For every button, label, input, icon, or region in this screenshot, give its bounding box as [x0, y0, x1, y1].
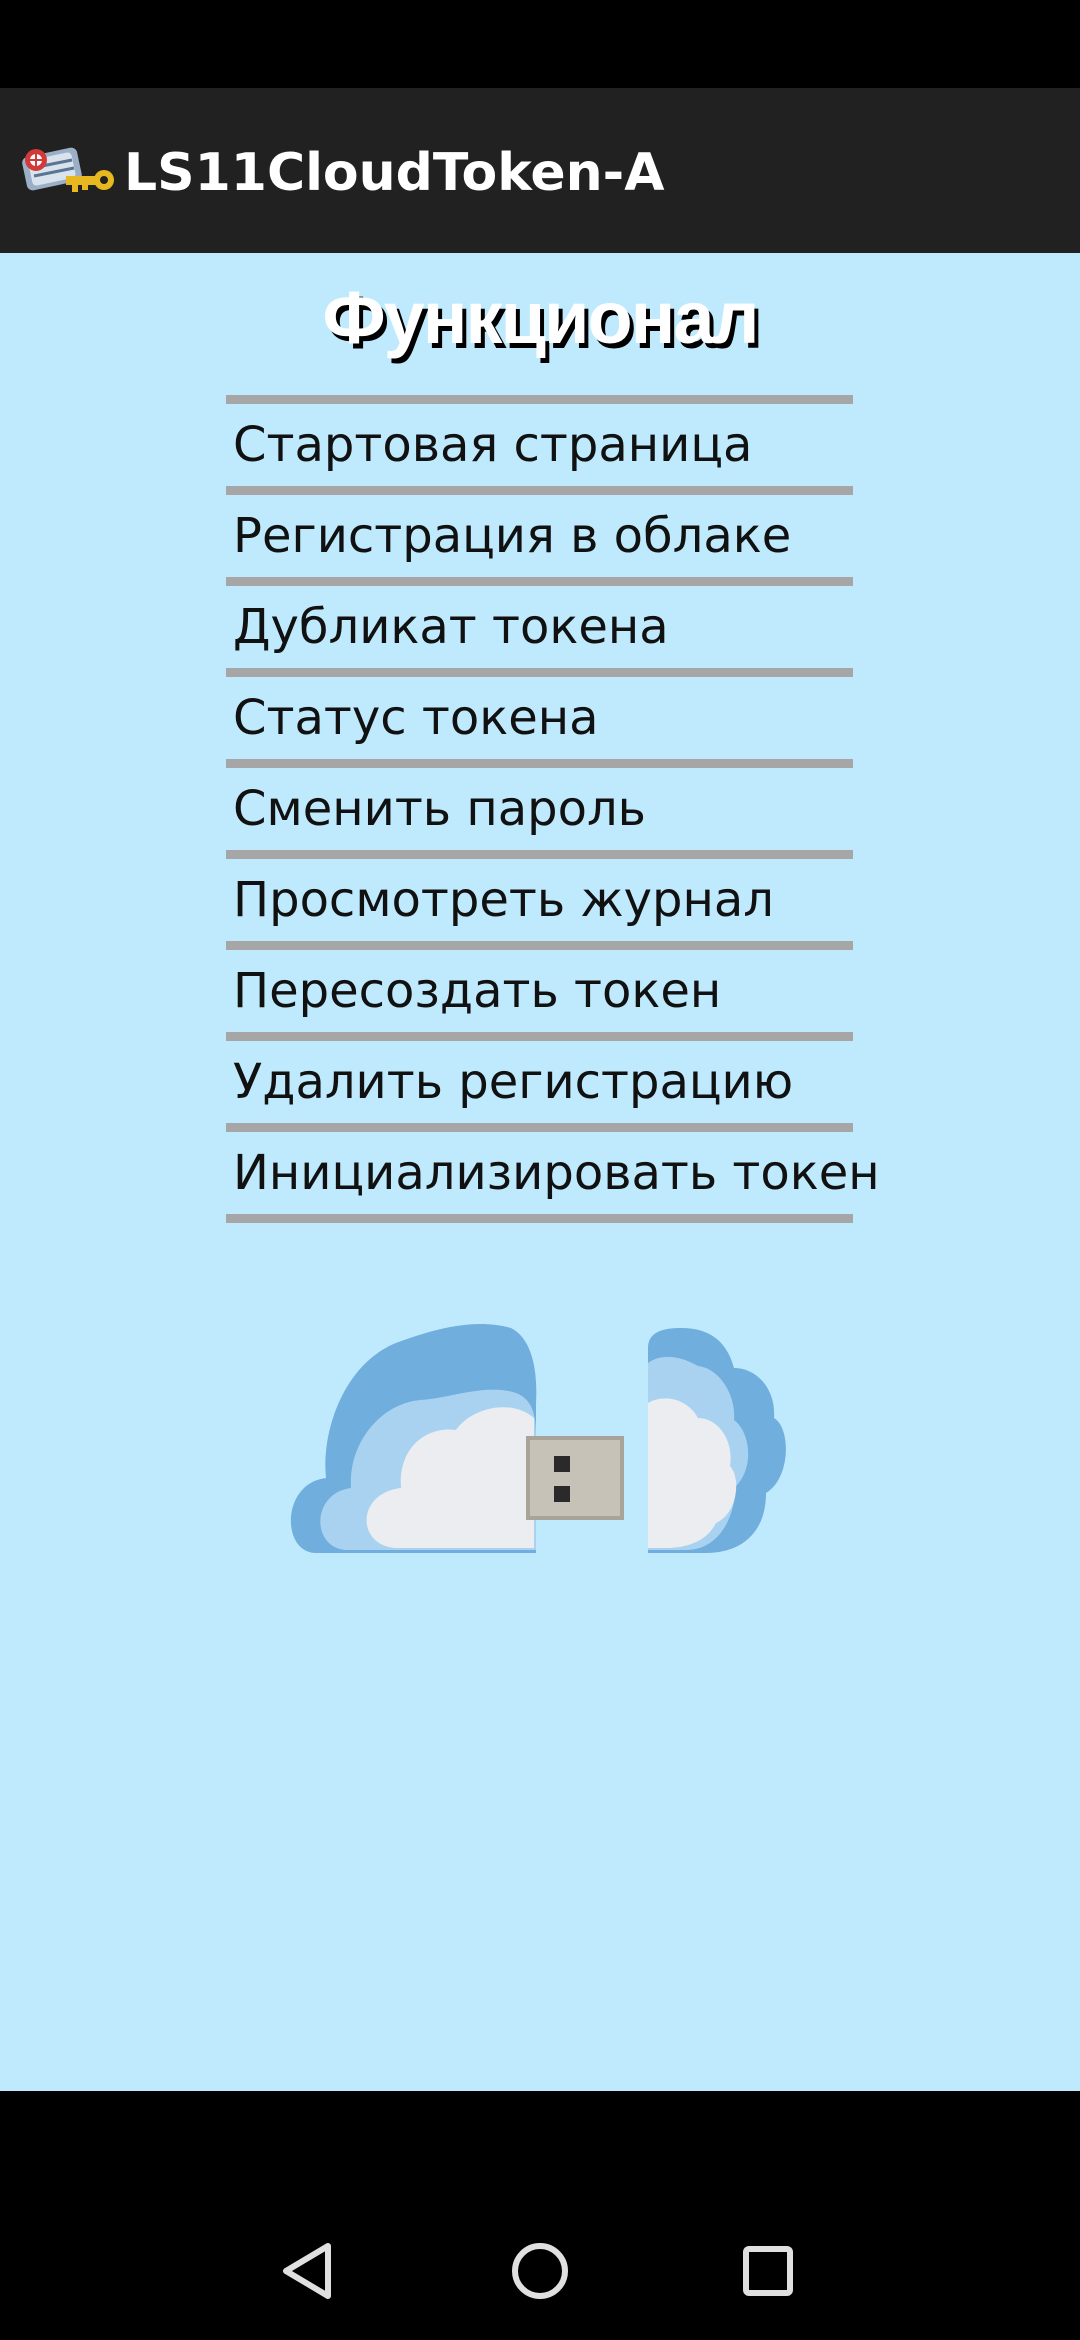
menu-item-initialize-token[interactable]: Инициализировать токен: [226, 1132, 880, 1214]
menu-item-view-log[interactable]: Просмотреть журнал: [226, 859, 853, 941]
recents-icon[interactable]: [718, 2221, 818, 2321]
menu-divider: [226, 668, 853, 677]
menu-item-label: Пересоздать токен: [233, 963, 722, 1019]
menu-item-label: Сменить пароль: [233, 781, 646, 837]
menu-item-label: Инициализировать токен: [233, 1145, 880, 1201]
menu-item-start-page[interactable]: Стартовая страница: [226, 404, 853, 486]
menu-divider: [226, 577, 853, 586]
menu-divider: [226, 1214, 853, 1223]
menu-item-label: Стартовая страница: [233, 417, 753, 473]
menu-divider: [226, 395, 853, 404]
status-bar: [0, 0, 1080, 88]
menu-item-token-duplicate[interactable]: Дубликат токена: [226, 586, 853, 668]
menu-item-token-status[interactable]: Статус токена: [226, 677, 853, 759]
menu-item-label: Регистрация в облаке: [233, 508, 792, 564]
menu-item-delete-registration[interactable]: Удалить регистрацию: [226, 1041, 853, 1123]
menu-divider: [226, 1032, 853, 1041]
menu-divider: [226, 941, 853, 950]
main-content: Функционал Стартовая страница Регистраци…: [0, 253, 1080, 2091]
key-token-icon: [10, 138, 116, 204]
page-heading: Функционал: [322, 276, 759, 359]
menu-item-label: Просмотреть журнал: [233, 872, 774, 928]
app-bar: LS11CloudToken-A: [0, 88, 1080, 253]
menu-item-change-password[interactable]: Сменить пароль: [226, 768, 853, 850]
cloud-usb-token-icon: [286, 1308, 796, 1558]
menu-item-label: Статус токена: [233, 690, 599, 746]
menu-divider: [226, 1123, 853, 1132]
home-icon[interactable]: [490, 2221, 590, 2321]
back-icon[interactable]: [258, 2221, 358, 2321]
menu-divider: [226, 759, 853, 768]
menu-item-label: Дубликат токена: [233, 599, 669, 655]
menu-divider: [226, 850, 853, 859]
navigation-bar: [0, 2091, 1080, 2340]
menu-item-label: Удалить регистрацию: [233, 1054, 794, 1110]
app-title: LS11CloudToken-A: [124, 143, 665, 203]
menu-divider: [226, 486, 853, 495]
menu-item-cloud-registration[interactable]: Регистрация в облаке: [226, 495, 853, 577]
menu-item-recreate-token[interactable]: Пересоздать токен: [226, 950, 853, 1032]
